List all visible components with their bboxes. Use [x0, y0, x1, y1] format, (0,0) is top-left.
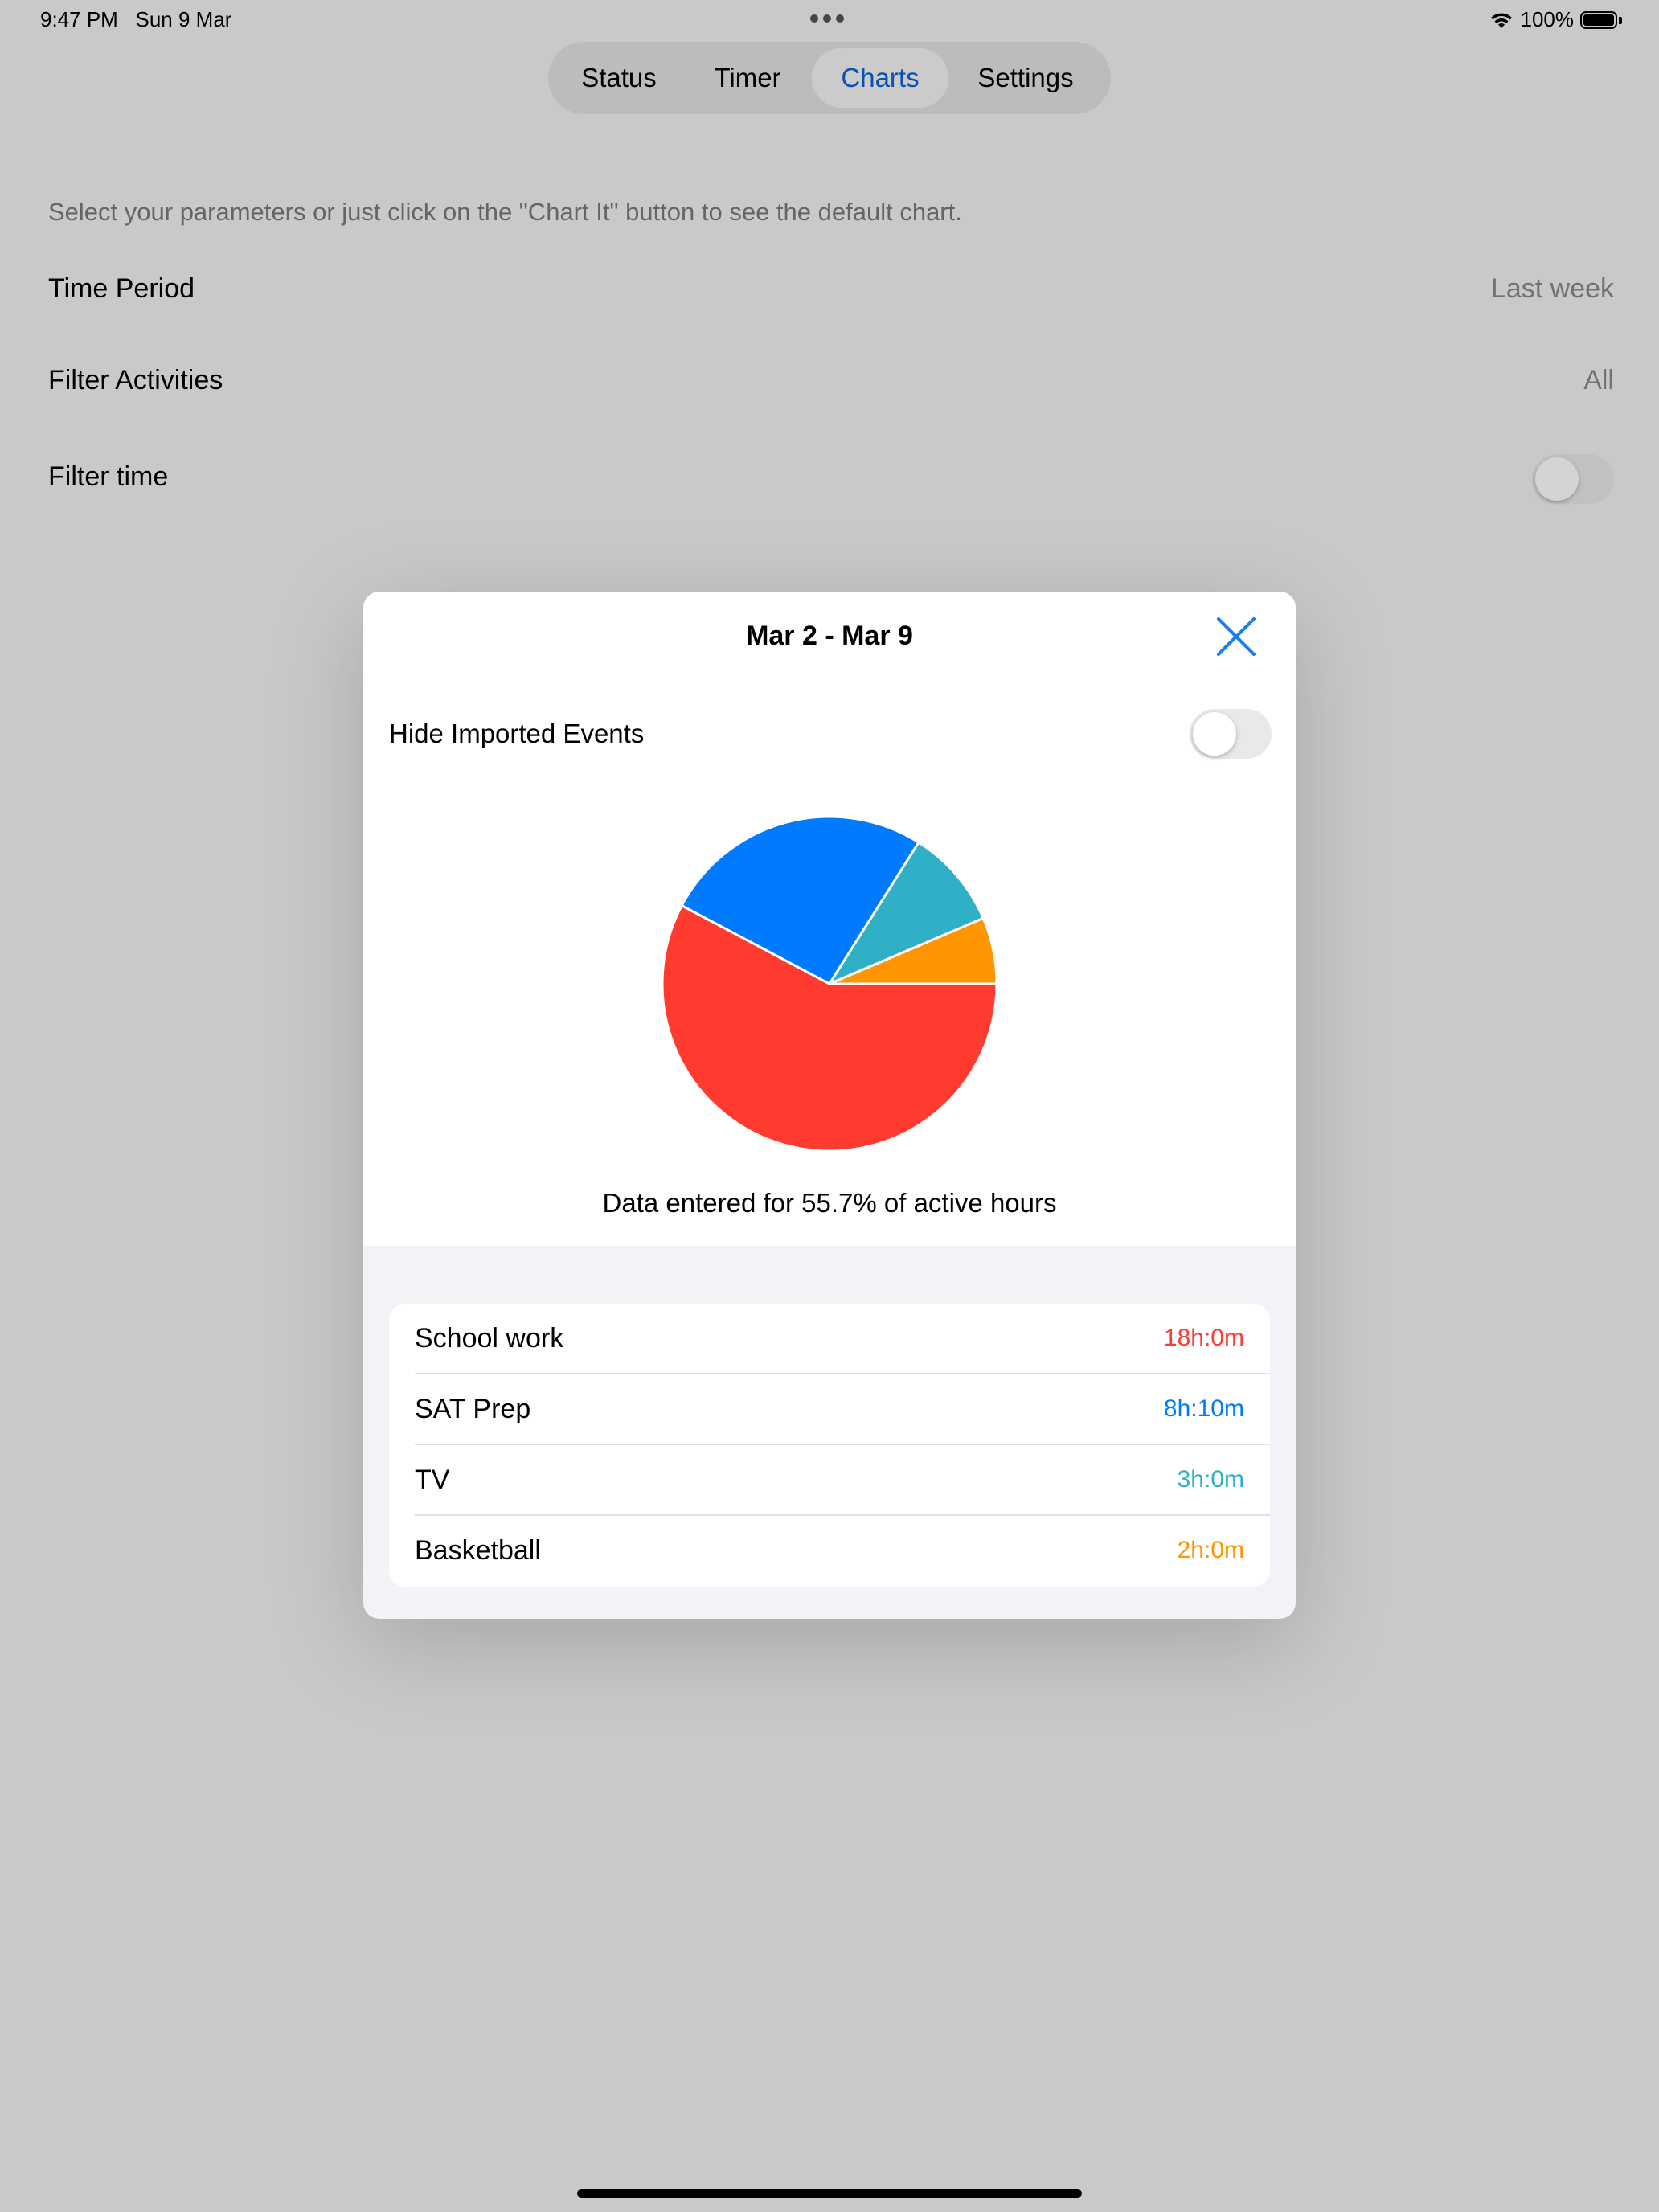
list-item[interactable]: School work 18h:0m	[389, 1304, 1270, 1374]
chart-modal: Mar 2 - Mar 9 Hide Imported Events Data …	[363, 592, 1296, 1619]
chart-caption: Data entered for 55.7% of active hours	[602, 1188, 1057, 1218]
hide-imported-label: Hide Imported Events	[389, 719, 645, 748]
activity-duration: 8h:10m	[1163, 1395, 1244, 1422]
home-indicator[interactable]	[577, 2189, 1082, 2198]
activity-name: School work	[415, 1323, 564, 1354]
toggle-knob	[1193, 712, 1236, 756]
activity-duration: 18h:0m	[1163, 1325, 1244, 1351]
list-item[interactable]: SAT Prep 8h:10m	[389, 1374, 1270, 1445]
activity-list: School work 18h:0m SAT Prep 8h:10m TV 3h:0m Ba…	[389, 1304, 1270, 1587]
activity-name: Basketball	[415, 1535, 541, 1566]
list-item[interactable]: TV 3h:0m	[389, 1445, 1270, 1516]
activity-duration: 2h:0m	[1177, 1537, 1244, 1563]
chart-panel: Mar 2 - Mar 9 Hide Imported Events Data …	[363, 592, 1296, 1246]
activity-duration: 3h:0m	[1177, 1466, 1244, 1493]
close-icon[interactable]	[1214, 614, 1259, 659]
pie-chart	[661, 815, 998, 1153]
hide-imported-toggle[interactable]	[1190, 709, 1272, 759]
modal-title: Mar 2 - Mar 9	[746, 621, 913, 651]
activity-name: TV	[415, 1464, 450, 1495]
activity-name: SAT Prep	[415, 1394, 531, 1424]
list-item[interactable]: Basketball 2h:0m	[389, 1516, 1270, 1587]
